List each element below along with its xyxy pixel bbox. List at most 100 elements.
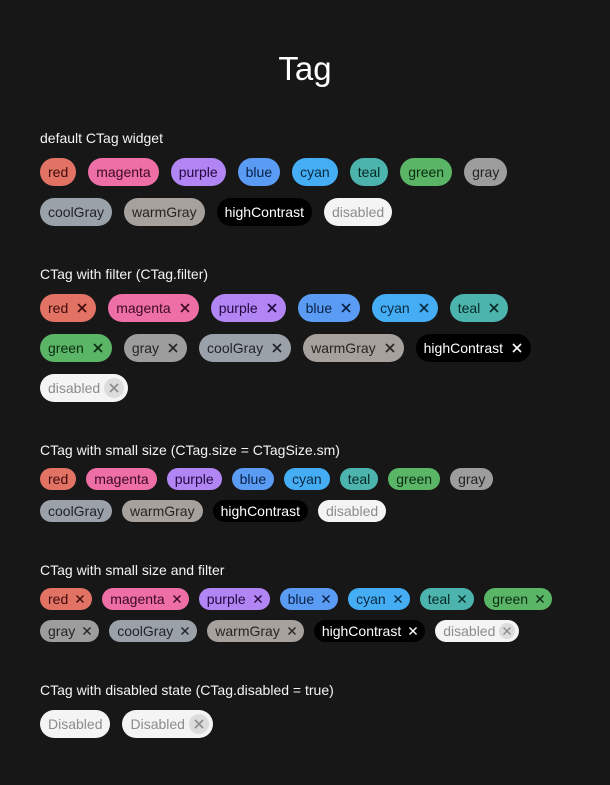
tag-cyan: cyan	[372, 294, 438, 322]
tag-highcontrast: highContrast	[313, 620, 426, 642]
tag-label: purple	[206, 591, 246, 607]
tag-label: red	[48, 300, 69, 316]
section-title: CTag with small size and filter	[40, 562, 225, 578]
tag-label: teal	[457, 300, 481, 316]
tag-coolgray: coolGray	[40, 198, 113, 226]
tag-label: red	[48, 164, 69, 180]
close-icon[interactable]	[267, 338, 287, 358]
close-icon[interactable]	[163, 338, 183, 358]
tag-teal: teal	[349, 158, 389, 186]
tag-label: green	[48, 340, 84, 356]
tag-label: purple	[218, 300, 258, 316]
tag-row: Disabled Disabled	[40, 710, 580, 750]
close-icon	[188, 714, 209, 734]
tag-label: highContrast	[220, 503, 300, 519]
tag-label: blue	[305, 300, 333, 316]
tag-red: red	[40, 468, 77, 490]
tag-red: red	[40, 158, 77, 186]
close-icon[interactable]	[532, 591, 548, 607]
close-icon[interactable]	[390, 591, 406, 607]
tag-label: Disabled	[130, 716, 185, 732]
close-icon[interactable]	[72, 298, 92, 318]
tag-label: green	[492, 591, 529, 607]
tag-blue: blue	[237, 158, 281, 186]
tag-gray: gray	[450, 468, 494, 490]
tag-disabled: disabled	[435, 620, 520, 642]
tag-magenta: magenta	[102, 588, 189, 610]
tag-highcontrast: highContrast	[212, 500, 308, 522]
tag-label: gray	[472, 164, 500, 180]
close-icon[interactable]	[507, 338, 527, 358]
tag-label: warmGray	[215, 623, 280, 639]
close-icon[interactable]	[318, 591, 334, 607]
tag-label: blue	[287, 591, 315, 607]
tag-purple: purple	[170, 158, 226, 186]
tag-label: magenta	[94, 471, 149, 487]
tag-label: warmGray	[130, 503, 195, 519]
close-icon	[499, 623, 516, 639]
section-title: CTag with filter (CTag.filter)	[40, 266, 209, 282]
tag-cyan: cyan	[284, 468, 330, 490]
tag-row: red magenta purple blue cyan teal green gray coo…	[40, 588, 580, 652]
tag-cyan: cyan	[292, 158, 338, 186]
tag-disabled: disabled	[40, 374, 129, 402]
close-icon[interactable]	[88, 338, 108, 358]
tag-red: red	[40, 588, 93, 610]
tag-magenta: magenta	[86, 468, 157, 490]
tag-purple: purple	[166, 468, 222, 490]
close-icon[interactable]	[405, 623, 421, 639]
close-icon[interactable]	[284, 623, 300, 639]
close-icon[interactable]	[177, 623, 193, 639]
tag-label: disabled	[48, 380, 101, 396]
close-icon[interactable]	[336, 298, 356, 318]
close-icon[interactable]	[484, 298, 504, 318]
tag-label: cyan	[380, 300, 410, 316]
tag-label: purple	[178, 164, 218, 180]
section-title: default CTag widget	[40, 130, 163, 146]
tag-coolgray: coolGray	[109, 620, 198, 642]
close-icon[interactable]	[72, 591, 88, 607]
tag-label: red	[48, 591, 69, 607]
tag-magenta: magenta	[88, 158, 159, 186]
close-icon[interactable]	[79, 623, 95, 639]
tag-label: disabled	[325, 503, 379, 519]
tag-label: cyan	[356, 591, 386, 607]
section-disabled: CTag with disabled state (CTag.disabled …	[40, 682, 580, 750]
tag-label: magenta	[116, 300, 171, 316]
tag-warmgray: warmGray	[124, 198, 205, 226]
tag-label: coolGray	[117, 623, 174, 639]
tag-purple: purple	[198, 588, 270, 610]
tag-label: coolGray	[48, 503, 105, 519]
tag-warmgray: warmGray	[122, 500, 203, 522]
tag-green: green	[400, 158, 453, 186]
tag-label: teal	[347, 471, 371, 487]
close-icon[interactable]	[169, 591, 185, 607]
close-icon[interactable]	[380, 338, 400, 358]
tag-label: purple	[174, 471, 214, 487]
tag-label: green	[396, 471, 433, 487]
close-icon	[104, 378, 125, 398]
tag-highcontrast: highContrast	[216, 198, 312, 226]
close-icon[interactable]	[262, 298, 282, 318]
tag-cyan: cyan	[348, 588, 410, 610]
tag-blue: blue	[231, 468, 275, 490]
tag-label: magenta	[110, 591, 165, 607]
tag-label: coolGray	[207, 340, 264, 356]
tag-label: disabled	[331, 204, 385, 220]
section-default: default CTag widget red magenta purple blue…	[40, 130, 580, 238]
tag-disabled-state: Disabled	[122, 710, 213, 738]
tag-teal: teal	[339, 468, 379, 490]
tag-gray: gray	[40, 620, 100, 642]
close-icon[interactable]	[175, 298, 195, 318]
close-icon[interactable]	[414, 298, 434, 318]
tag-label: teal	[357, 164, 381, 180]
section-filter: CTag with filter (CTag.filter) red magent…	[40, 266, 580, 414]
close-icon[interactable]	[454, 591, 470, 607]
close-icon[interactable]	[250, 591, 266, 607]
tag-disabled: disabled	[323, 198, 393, 226]
tag-green: green	[484, 588, 553, 610]
tag-label: warmGray	[311, 340, 376, 356]
tag-label: magenta	[96, 164, 151, 180]
tag-label: cyan	[292, 471, 322, 487]
tag-label: red	[48, 471, 69, 487]
